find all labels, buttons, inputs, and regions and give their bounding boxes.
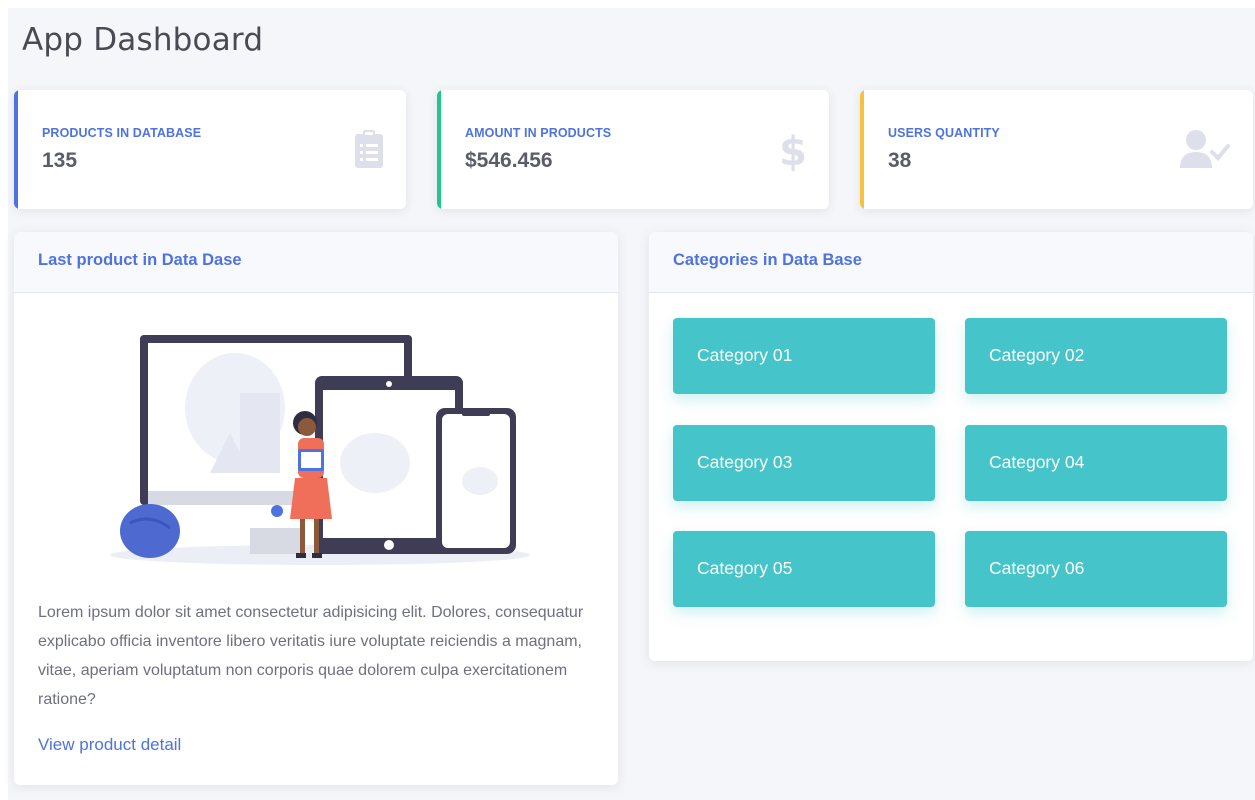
clipboard-list-icon: [354, 130, 384, 173]
stat-card-amount: AMOUNT IN PRODUCTS $546.456 $: [437, 90, 829, 209]
devices-illustration: [100, 323, 540, 578]
dollar-sign-icon: $: [779, 128, 807, 177]
category-card[interactable]: Category 06: [965, 531, 1227, 607]
category-card[interactable]: Category 01: [673, 318, 935, 394]
panel-header: Last product in Data Dase: [14, 232, 618, 293]
svg-text:$: $: [780, 129, 806, 172]
stat-label: AMOUNT IN PRODUCTS: [465, 126, 612, 140]
stat-label: USERS QUANTITY: [888, 126, 1000, 140]
stat-value: 135: [42, 149, 78, 172]
category-card[interactable]: Category 03: [673, 425, 935, 501]
stat-value: $546.456: [465, 149, 553, 172]
last-product-panel: Last product in Data Dase Lorem ipsum do…: [14, 232, 618, 785]
user-check-icon: [1180, 130, 1230, 173]
stat-accent-bar: [14, 90, 18, 209]
stat-value: 38: [888, 149, 912, 172]
categories-panel: Categories in Data Base Category 01 Cate…: [649, 232, 1253, 661]
category-card[interactable]: Category 04: [965, 425, 1227, 501]
category-card[interactable]: Category 02: [965, 318, 1227, 394]
stat-card-products: PRODUCTS IN DATABASE 135: [14, 90, 406, 209]
view-product-detail-link[interactable]: View product detail: [38, 735, 181, 755]
panel-header: Categories in Data Base: [649, 232, 1253, 293]
dashboard-page: App Dashboard PRODUCTS IN DATABASE 135 A…: [8, 8, 1255, 800]
category-card[interactable]: Category 05: [673, 531, 935, 607]
stat-accent-bar: [437, 90, 441, 209]
page-title: App Dashboard: [22, 22, 264, 58]
product-description: Lorem ipsum dolor sit amet consectetur a…: [38, 604, 584, 708]
stat-card-users: USERS QUANTITY 38: [860, 90, 1253, 209]
stat-label: PRODUCTS IN DATABASE: [42, 126, 202, 140]
stat-accent-bar: [860, 90, 864, 209]
